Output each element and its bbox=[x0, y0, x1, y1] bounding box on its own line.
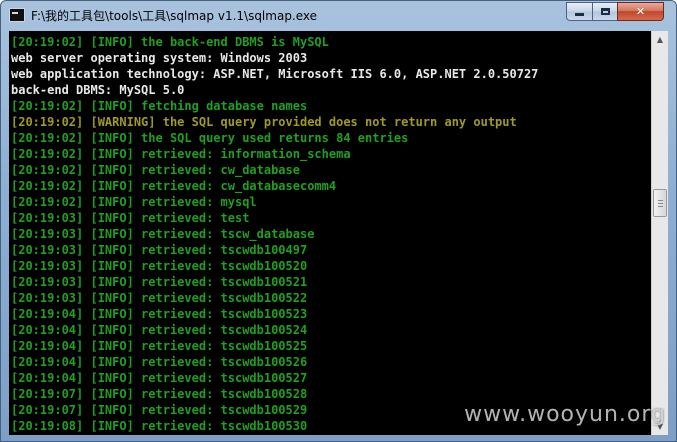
console-line: [20:19:07] [INFO] retrieved: tscwdb10052… bbox=[11, 387, 308, 401]
console-line: [20:19:04] [INFO] retrieved: tscwdb10052… bbox=[11, 339, 308, 353]
watermark: www.wooyun.org bbox=[464, 402, 666, 427]
minimize-icon bbox=[575, 13, 584, 16]
console-line: [20:19:03] [INFO] retrieved: tscw_databa… bbox=[11, 227, 315, 241]
console-line: [20:19:03] [INFO] retrieved: tscwdb10049… bbox=[11, 243, 308, 257]
console-line: [20:19:02] [INFO] retrieved: information… bbox=[11, 147, 351, 161]
vertical-scrollbar[interactable]: ▲ ▼ bbox=[651, 31, 668, 435]
window-title: F:\我的工具包\tools\工具\sqlmap v1.1\sqlmap.exe bbox=[31, 9, 318, 23]
console-window: F:\我的工具包\tools\工具\sqlmap v1.1\sqlmap.exe… bbox=[0, 0, 677, 442]
scrollbar-thumb[interactable] bbox=[653, 189, 667, 217]
console-line: [20:19:02] [WARNING] the SQL query provi… bbox=[11, 115, 517, 129]
console-line: [20:19:03] [INFO] retrieved: test bbox=[11, 211, 250, 225]
console-line: web application technology: ASP.NET, Mic… bbox=[11, 67, 539, 81]
console-line: [20:19:04] [INFO] retrieved: tscwdb10052… bbox=[11, 355, 308, 369]
maximize-icon bbox=[600, 8, 610, 15]
console-lines: [20:19:02] [INFO] the back-end DBMS is M… bbox=[11, 34, 538, 434]
close-button[interactable]: ✕ bbox=[617, 2, 664, 21]
console-line: back-end DBMS: MySQL 5.0 bbox=[11, 83, 185, 97]
title-bar[interactable]: F:\我的工具包\tools\工具\sqlmap v1.1\sqlmap.exe… bbox=[1, 1, 676, 31]
console-line: [20:19:02] [INFO] the SQL query used ret… bbox=[11, 131, 409, 145]
scroll-up-arrow-icon[interactable]: ▲ bbox=[652, 31, 668, 48]
maximize-button[interactable] bbox=[592, 2, 618, 21]
console-line: [20:19:02] [INFO] retrieved: cw_database bbox=[11, 163, 300, 177]
scrollbar-grip bbox=[658, 200, 663, 207]
console-line: [20:19:03] [INFO] retrieved: tscwdb10052… bbox=[11, 275, 308, 289]
console-line: [20:19:04] [INFO] retrieved: tscwdb10052… bbox=[11, 323, 308, 337]
console-output[interactable]: [20:19:02] [INFO] the back-end DBMS is M… bbox=[9, 31, 651, 435]
console-line: [20:19:02] [INFO] retrieved: mysql bbox=[11, 195, 257, 209]
console-line: [20:19:03] [INFO] retrieved: tscwdb10052… bbox=[11, 259, 308, 273]
console-app-icon[interactable] bbox=[9, 8, 25, 22]
console-line: [20:19:07] [INFO] retrieved: tscwdb10052… bbox=[11, 403, 308, 417]
minimize-button[interactable] bbox=[566, 2, 593, 21]
console-line: web server operating system: Windows 200… bbox=[11, 51, 308, 65]
close-icon: ✕ bbox=[635, 5, 646, 18]
console-line: [20:19:03] [INFO] retrieved: tscwdb10052… bbox=[11, 291, 308, 305]
console-line: [20:19:02] [INFO] the back-end DBMS is M… bbox=[11, 35, 329, 49]
console-line: [20:19:04] [INFO] retrieved: tscwdb10052… bbox=[11, 371, 308, 385]
console-line: [20:19:02] [INFO] retrieved: cw_database… bbox=[11, 179, 337, 193]
console-line: [20:19:08] [INFO] retrieved: tscwdb10053… bbox=[11, 419, 308, 433]
console-line: [20:19:04] [INFO] retrieved: tscwdb10052… bbox=[11, 307, 308, 321]
console-line: [20:19:02] [INFO] fetching database name… bbox=[11, 99, 308, 113]
